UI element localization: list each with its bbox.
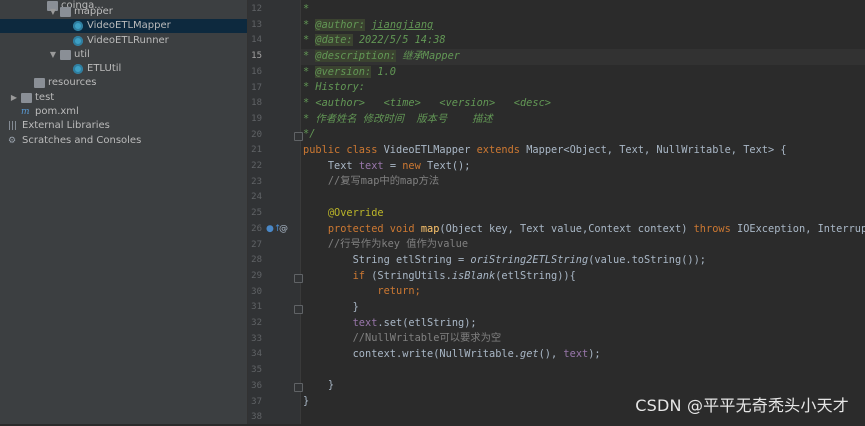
line-number: 14 [251, 35, 262, 46]
code-line-28: String etlString = oriString2ETLString(v… [352, 254, 706, 266]
code-line-29: if (StringUtils.isBlank(etlString)){ [352, 270, 576, 282]
line-number: 28 [251, 255, 262, 266]
code-line-36: } [327, 379, 335, 391]
line-number: 17 [251, 82, 262, 93]
library-icon: ||| [8, 121, 18, 131]
tree-item-label: Scratches and Consoles [22, 135, 142, 146]
code-line-32: text.set(etlString); [352, 317, 477, 329]
code-line-26: protected void map(Object key, Text valu… [327, 223, 865, 235]
java-class-icon [73, 36, 83, 46]
java-class-icon [73, 64, 83, 74]
tree-item-label: ETLUtil [87, 63, 122, 74]
code-line-34: context.write(NullWritable.get(), text); [352, 348, 601, 360]
line-number: 20 [251, 129, 262, 140]
scratches-icon: ⚙ [8, 136, 17, 146]
line-number: 32 [251, 318, 262, 328]
maven-file-icon: m [21, 107, 30, 117]
code-line-18: * <author> <time> <version> <desc> [303, 97, 551, 109]
code-line-15: * @description: 继承Mapper [303, 50, 460, 62]
line-number: 30 [251, 286, 262, 297]
tree-item[interactable]: m pom.xml [0, 105, 247, 119]
tree-item-label: pom.xml [35, 106, 79, 117]
line-number: 34 [251, 349, 262, 360]
chevron-down-icon[interactable]: ▼ [48, 48, 58, 62]
tree-item[interactable]: ▼ util [0, 48, 247, 62]
folder-icon [21, 93, 32, 103]
line-number: 15 [251, 51, 262, 62]
code-line-21: public class VideoETLMapper extends Mapp… [303, 144, 787, 156]
line-number: 19 [251, 113, 262, 124]
chevron-down-icon[interactable]: ▼ [48, 5, 58, 19]
project-tree-panel: coinga... ▼ mapper VideoETLMapper VideoETLRu… [0, 0, 248, 424]
code-line-22: Text text = new Text(); [327, 160, 471, 172]
tree-item-label: mapper [74, 6, 113, 17]
line-number: 27 [251, 239, 262, 250]
java-class-icon [73, 21, 83, 31]
code-line-25: @Override [327, 207, 384, 219]
line-number: 37 [251, 396, 262, 407]
annotation-icon[interactable]: @ [279, 224, 288, 234]
folder-icon [60, 7, 71, 17]
line-number: 12 [251, 4, 262, 14]
line-number: 31 [251, 302, 262, 313]
line-number: 35 [251, 365, 262, 376]
tree-item[interactable]: VideoETLRunner [0, 34, 247, 48]
code-line-16: * @version: 1.0 [303, 66, 397, 78]
tree-item[interactable]: ⚙ Scratches and Consoles [0, 134, 247, 148]
code-line-31: } [352, 301, 359, 313]
tree-item-label: VideoETLRunner [87, 35, 169, 46]
line-number: 16 [251, 66, 262, 77]
tree-item-label: VideoETLMapper [87, 20, 171, 31]
tree-item[interactable]: ETLUtil [0, 62, 247, 76]
tree-item[interactable]: ||| External Libraries [0, 119, 247, 133]
line-number: 25 [251, 208, 262, 219]
tree-item[interactable]: VideoETLMapper [0, 19, 247, 33]
line-number: 36 [251, 380, 262, 391]
code-line-20: */ [303, 128, 316, 140]
chevron-right-icon[interactable]: ▶ [9, 91, 19, 105]
code-line-37: } [303, 395, 310, 407]
line-number: 33 [251, 333, 262, 344]
code-line-30: return; [377, 285, 421, 297]
code-line-13: * @author: jiangjiang [303, 19, 434, 31]
tree-item[interactable]: ▶ test [0, 91, 247, 105]
line-number: 13 [251, 19, 262, 30]
tree-item-label: util [74, 49, 90, 60]
tree-item[interactable]: resources [0, 76, 247, 90]
folder-icon [60, 50, 71, 60]
line-number: 21 [251, 145, 262, 156]
code-line-33: //NullWritable可以要求为空 [352, 332, 502, 344]
code-line-27: //行号作为key 值作为value [327, 238, 469, 250]
tree-item[interactable]: ▼ mapper [0, 5, 247, 19]
code-line-23: //复写map中的map方法 [327, 175, 440, 187]
editor-gutter: 12 13 14 15 16 17 18 19 20 21 22 23 24 25 26 27 28 29 30 31… [248, 0, 303, 424]
tree-item-label: resources [48, 77, 97, 88]
code-line-14: * @date: 2022/5/5 14:38 [303, 34, 446, 46]
code-editor[interactable]: * * @author: jiangjiang * @date: 2022/5/… [301, 0, 865, 424]
code-line-19: * 作者姓名 修改时间 版本号 描述 [303, 113, 493, 125]
line-number: 29 [251, 270, 262, 281]
folder-icon [34, 78, 45, 88]
line-number: 26 [251, 223, 262, 234]
code-line-17: * History: [303, 81, 366, 93]
code-line-12: * [303, 3, 310, 15]
line-number: 22 [251, 161, 262, 171]
line-number: 24 [251, 192, 262, 203]
line-number: 18 [251, 98, 262, 109]
line-number: 23 [251, 176, 262, 187]
tree-item-label: External Libraries [22, 120, 110, 131]
tree-item-label: test [35, 92, 55, 103]
watermark: CSDN @平平无奇秃头小天才 [635, 396, 849, 415]
